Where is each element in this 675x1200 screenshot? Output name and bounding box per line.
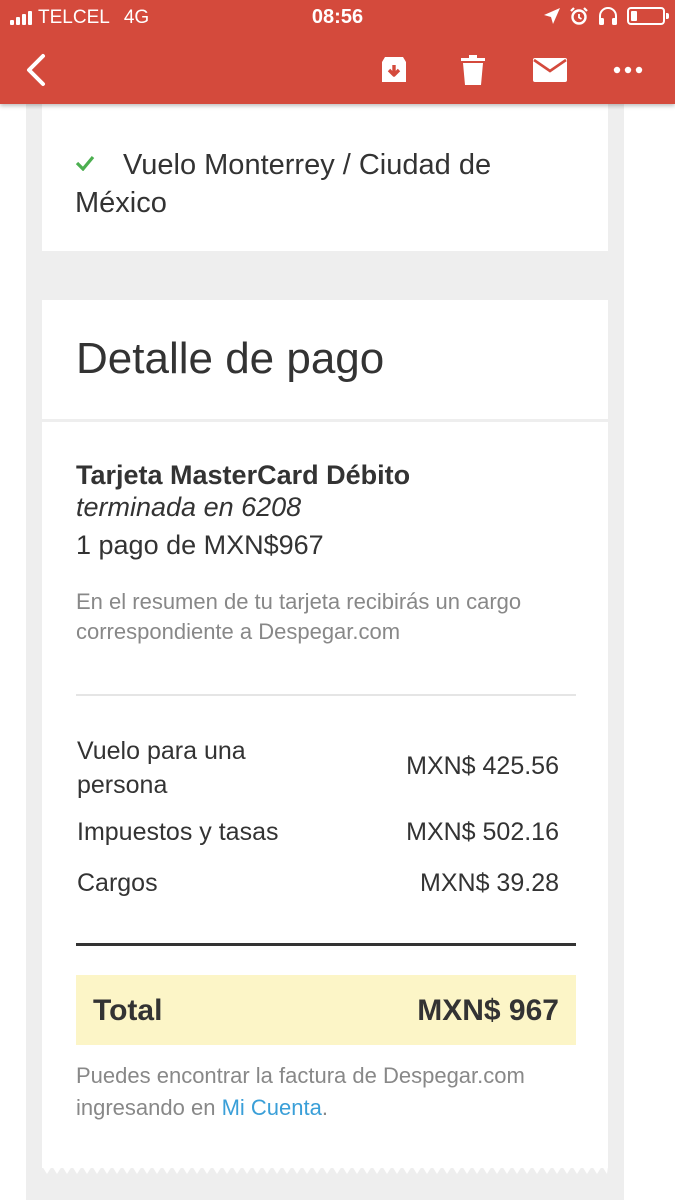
total-amount: MXN$ 967	[417, 994, 559, 1027]
back-button[interactable]	[16, 50, 56, 90]
line-item-flight: Vuelo para una persona MXN$ 425.56	[77, 734, 559, 804]
trash-icon	[461, 55, 485, 85]
installments: 1 pago de MXN$967	[76, 530, 324, 560]
battery-fill	[631, 11, 637, 21]
invoice-note-end: .	[321, 1095, 328, 1120]
archive-icon	[382, 57, 406, 82]
alarm-icon	[570, 7, 588, 25]
line-item-amount: MXN$ 425.56	[406, 752, 559, 780]
total-divider	[76, 943, 576, 946]
check-icon	[75, 155, 95, 171]
line-item-charges: Cargos MXN$ 39.28	[77, 866, 559, 900]
mail-icon	[533, 58, 567, 82]
archive-button[interactable]	[374, 50, 414, 90]
itinerary-label: Vuelo Monterrey / Ciudad de México	[75, 149, 492, 219]
itinerary-card: Vuelo Monterrey / Ciudad de México	[42, 104, 608, 251]
location-arrow-icon	[544, 8, 560, 24]
mark-unread-button[interactable]	[530, 50, 570, 90]
divider	[76, 694, 576, 696]
invoice-note: Puedes encontrar la factura de Despegar.…	[76, 1060, 556, 1124]
toolbar	[0, 36, 675, 104]
card-name: Tarjeta MasterCard Débito	[76, 460, 411, 490]
more-icon	[613, 66, 643, 74]
chevron-left-icon	[27, 54, 45, 86]
total-label: Total	[93, 994, 163, 1027]
card-ending: terminada en 6208	[76, 492, 302, 522]
status-bar: TELCEL 4G 08:56	[0, 0, 675, 36]
total-row: Total MXN$ 967	[76, 975, 576, 1045]
more-options-button[interactable]	[608, 50, 648, 90]
headphones-icon	[599, 7, 617, 25]
card-torn-edge	[42, 1166, 608, 1174]
battery-icon	[627, 7, 669, 25]
payment-title: Detalle de pago	[76, 334, 385, 383]
line-item-amount: MXN$ 39.28	[420, 869, 559, 897]
line-item-taxes: Impuestos y tasas MXN$ 502.16	[77, 815, 559, 849]
line-item-label: Cargos	[77, 869, 158, 897]
app-header: TELCEL 4G 08:56	[0, 0, 675, 104]
delete-button[interactable]	[453, 50, 493, 90]
line-item-amount: MXN$ 502.16	[406, 818, 559, 846]
payment-card: Detalle de pago Tarjeta MasterCard Débit…	[42, 300, 608, 1168]
mi-cuenta-link[interactable]: Mi Cuenta	[222, 1095, 322, 1120]
status-right	[543, 6, 669, 26]
email-body: Vuelo Monterrey / Ciudad de México Detal…	[26, 104, 624, 1200]
line-item-label: Impuestos y tasas	[77, 818, 279, 846]
itinerary-item: Vuelo Monterrey / Ciudad de México	[75, 146, 575, 222]
line-item-label: Vuelo para una persona	[77, 737, 246, 799]
summary-note: En el resumen de tu tarjeta recibirás un…	[76, 589, 522, 644]
title-divider	[42, 419, 608, 422]
